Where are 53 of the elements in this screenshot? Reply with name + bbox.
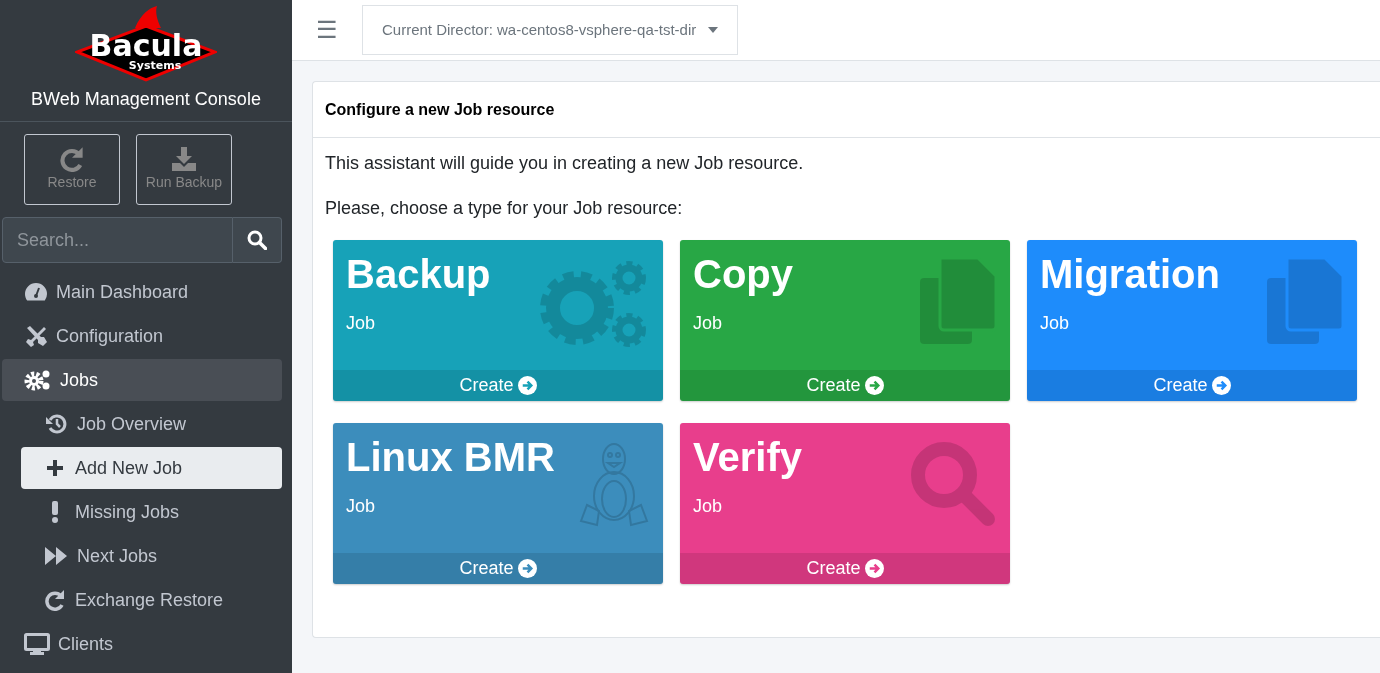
create-link[interactable]: Create (1027, 370, 1357, 401)
tools-icon (24, 325, 48, 347)
sidebar-subitem[interactable]: Exchange Restore (21, 579, 282, 621)
create-link[interactable]: Create (333, 553, 663, 584)
panel-title: Configure a new Job resource (313, 82, 1380, 138)
redo-icon (59, 146, 85, 172)
tile-title: Verify (693, 434, 803, 481)
dashboard-icon (24, 282, 48, 302)
sidebar-item[interactable]: Main Dashboard (2, 271, 282, 313)
tile-title: Migration (1040, 251, 1221, 298)
arrow-right-icon (517, 559, 537, 578)
monitor-icon (24, 633, 50, 655)
logo-subtext: Systems (128, 59, 182, 72)
penguin-icon (579, 441, 649, 527)
tile-subtitle: Job (346, 495, 377, 518)
sidebar-subitem[interactable]: Next Jobs (21, 535, 282, 577)
tile-subtitle: Job (693, 312, 724, 335)
arrow-right-icon (864, 376, 884, 395)
intro-text: This assistant will guide you in creating a new Job resource. (325, 152, 805, 175)
menu-button[interactable]: ☰ (316, 18, 338, 42)
tile-title: Linux BMR (346, 434, 556, 481)
search-icon (247, 230, 267, 250)
download-icon (171, 146, 197, 172)
search-field[interactable]: Search... (2, 217, 233, 263)
plus-icon (45, 458, 65, 478)
search-button[interactable] (233, 217, 282, 263)
search-icon (910, 441, 996, 527)
tile-subtitle: Job (693, 495, 724, 518)
caret-icon (708, 27, 719, 33)
create-link[interactable]: Create (680, 370, 1010, 401)
tile-title: Copy (693, 251, 794, 298)
tile-title: Backup (346, 251, 492, 298)
sidebar-item[interactable]: Configuration (2, 315, 282, 357)
sidebar-subitem[interactable]: Add New Job (21, 447, 282, 489)
tile-subtitle: Job (1040, 312, 1071, 335)
prompt-text: Please, choose a type for your Job resource: (325, 197, 684, 220)
tile-subtitle: Job (346, 312, 377, 335)
copy-icon (1267, 258, 1343, 346)
sidebar-subitem[interactable]: Missing Jobs (21, 491, 282, 533)
fast-forward-icon (45, 547, 67, 565)
redo-icon (45, 589, 65, 611)
create-link[interactable]: Create (680, 553, 1010, 584)
history-icon (45, 414, 67, 434)
copy-icon (920, 258, 996, 346)
arrow-right-icon (864, 559, 884, 578)
director-dropdown[interactable]: Current Director: wa-centos8-vsphere-qa-tst-dir (362, 5, 739, 55)
create-link[interactable]: Create (333, 370, 663, 401)
arrow-right-icon (517, 376, 537, 395)
sidebar-item[interactable]: Jobs (2, 359, 282, 401)
console-title: BWeb Management Console (31, 88, 261, 111)
sidebar-item[interactable]: Clients (2, 623, 282, 665)
arrow-right-icon (1211, 376, 1231, 395)
sidebar-subitem[interactable]: Job Overview (21, 403, 282, 445)
